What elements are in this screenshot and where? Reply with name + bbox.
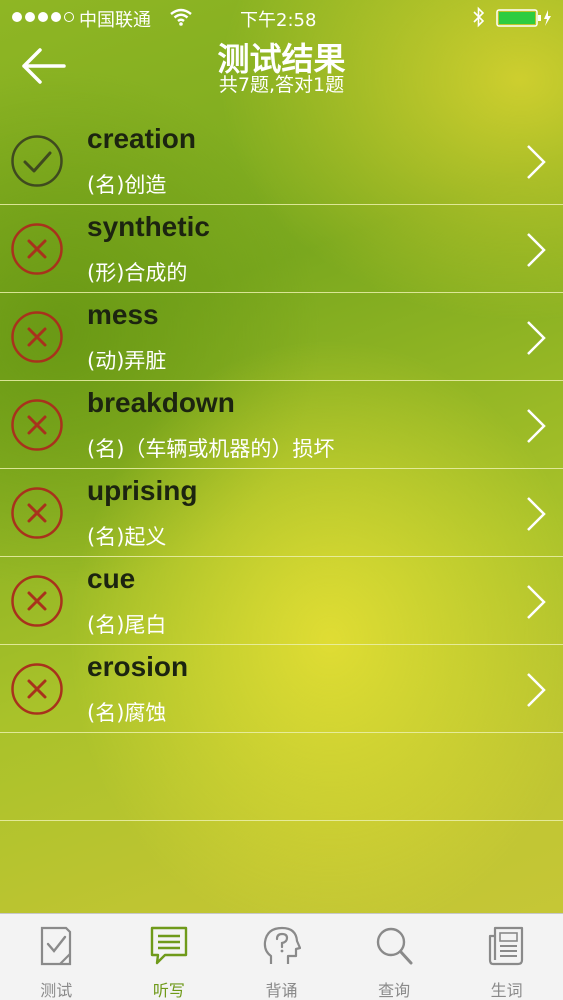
tab-recite[interactable]: 背诵 xyxy=(225,914,338,1000)
status-bar: 中国联通 下午2:58 xyxy=(0,0,563,36)
tab-vocabulary[interactable]: 生词 xyxy=(450,914,563,1000)
word-meaning: (名)尾白 xyxy=(87,613,167,637)
word-text: synthetic xyxy=(87,211,210,242)
word-text: uprising xyxy=(87,475,198,506)
tab-dictation[interactable]: 听写 xyxy=(113,914,226,1000)
wrong-x-icon xyxy=(11,663,63,715)
correct-check-icon xyxy=(11,135,63,187)
word-row[interactable]: breakdown (名)（车辆或机器的）损坏 xyxy=(0,381,563,469)
wrong-x-icon xyxy=(11,223,63,275)
word-result-list: creation (名)创造 synthetic (形)合成的 mess (动)… xyxy=(0,117,563,821)
wrong-x-icon xyxy=(11,575,63,627)
tab-label: 查询 xyxy=(378,981,411,1000)
dictation-icon xyxy=(150,926,188,965)
chevron-right-icon xyxy=(527,585,546,619)
word-row[interactable]: mess (动)弄脏 xyxy=(0,293,563,381)
word-row[interactable]: cue (名)尾白 xyxy=(0,557,563,645)
tab-search[interactable]: 查询 xyxy=(338,914,451,1000)
word-text: breakdown xyxy=(87,387,235,418)
tab-bar: 测试 听写 背诵 查询 生词 xyxy=(0,913,563,1000)
tab-label: 测试 xyxy=(40,981,73,1000)
navigation-bar: 测试结果 共7题,答对1题 xyxy=(0,36,563,106)
tab-test[interactable]: 测试 xyxy=(0,914,113,1000)
tab-label: 听写 xyxy=(152,981,185,1000)
tab-label: 背诵 xyxy=(265,981,298,1000)
search-icon xyxy=(376,927,413,965)
chevron-right-icon xyxy=(527,145,546,179)
signal-strength-icon xyxy=(12,12,74,22)
word-meaning: (名)腐蚀 xyxy=(87,701,167,725)
recite-icon xyxy=(264,926,302,964)
word-text: mess xyxy=(87,299,159,330)
wifi-icon xyxy=(170,8,192,26)
chevron-right-icon xyxy=(527,497,546,531)
result-summary: 共7题,答对1题 xyxy=(218,74,345,96)
word-text: creation xyxy=(87,123,196,154)
carrier-name: 中国联通 xyxy=(79,10,151,31)
vocabulary-icon xyxy=(488,926,523,966)
bluetooth-icon xyxy=(473,6,485,28)
wrong-x-icon xyxy=(11,311,63,363)
word-row[interactable]: synthetic (形)合成的 xyxy=(0,205,563,293)
word-meaning: (动)弄脏 xyxy=(87,349,167,373)
word-row[interactable]: creation (名)创造 xyxy=(0,117,563,205)
word-meaning: (名)起义 xyxy=(87,525,167,549)
test-icon xyxy=(41,926,72,966)
word-row[interactable]: uprising (名)起义 xyxy=(0,469,563,557)
chevron-right-icon xyxy=(527,321,546,355)
word-meaning: (形)合成的 xyxy=(87,261,188,285)
word-text: erosion xyxy=(87,651,189,682)
clock: 下午2:58 xyxy=(240,10,317,31)
tab-label: 生词 xyxy=(490,981,523,1000)
word-text: cue xyxy=(87,563,136,594)
list-separator-row xyxy=(0,733,563,821)
chevron-right-icon xyxy=(527,673,546,707)
battery-charging-icon xyxy=(496,9,551,27)
wrong-x-icon xyxy=(11,487,63,539)
chevron-right-icon xyxy=(527,409,546,443)
wrong-x-icon xyxy=(11,399,63,451)
word-meaning: (名)（车辆或机器的）损坏 xyxy=(87,437,335,461)
word-meaning: (名)创造 xyxy=(87,173,167,197)
chevron-right-icon xyxy=(527,233,546,267)
word-row[interactable]: erosion (名)腐蚀 xyxy=(0,645,563,733)
